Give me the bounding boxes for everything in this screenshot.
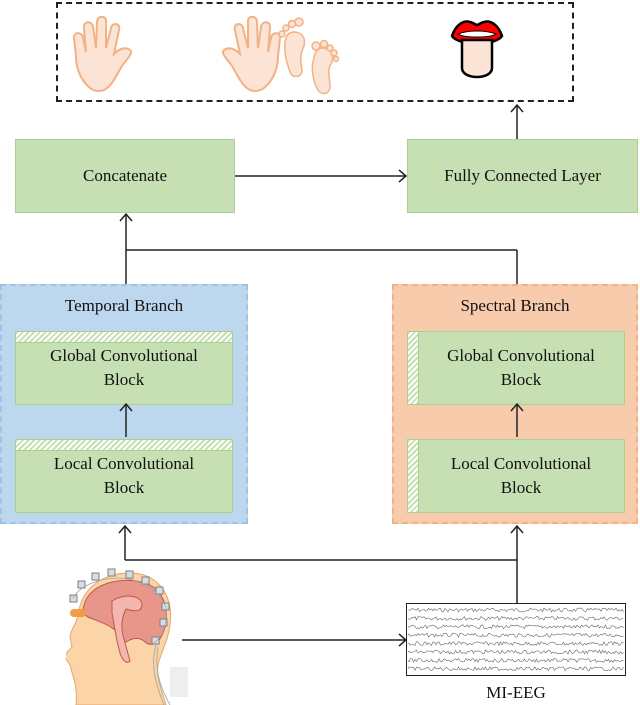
mi-eeg-label: MI-EEG	[486, 683, 546, 702]
mi-eeg-signal-plot	[406, 603, 626, 676]
eeg-head-icon	[66, 568, 188, 705]
